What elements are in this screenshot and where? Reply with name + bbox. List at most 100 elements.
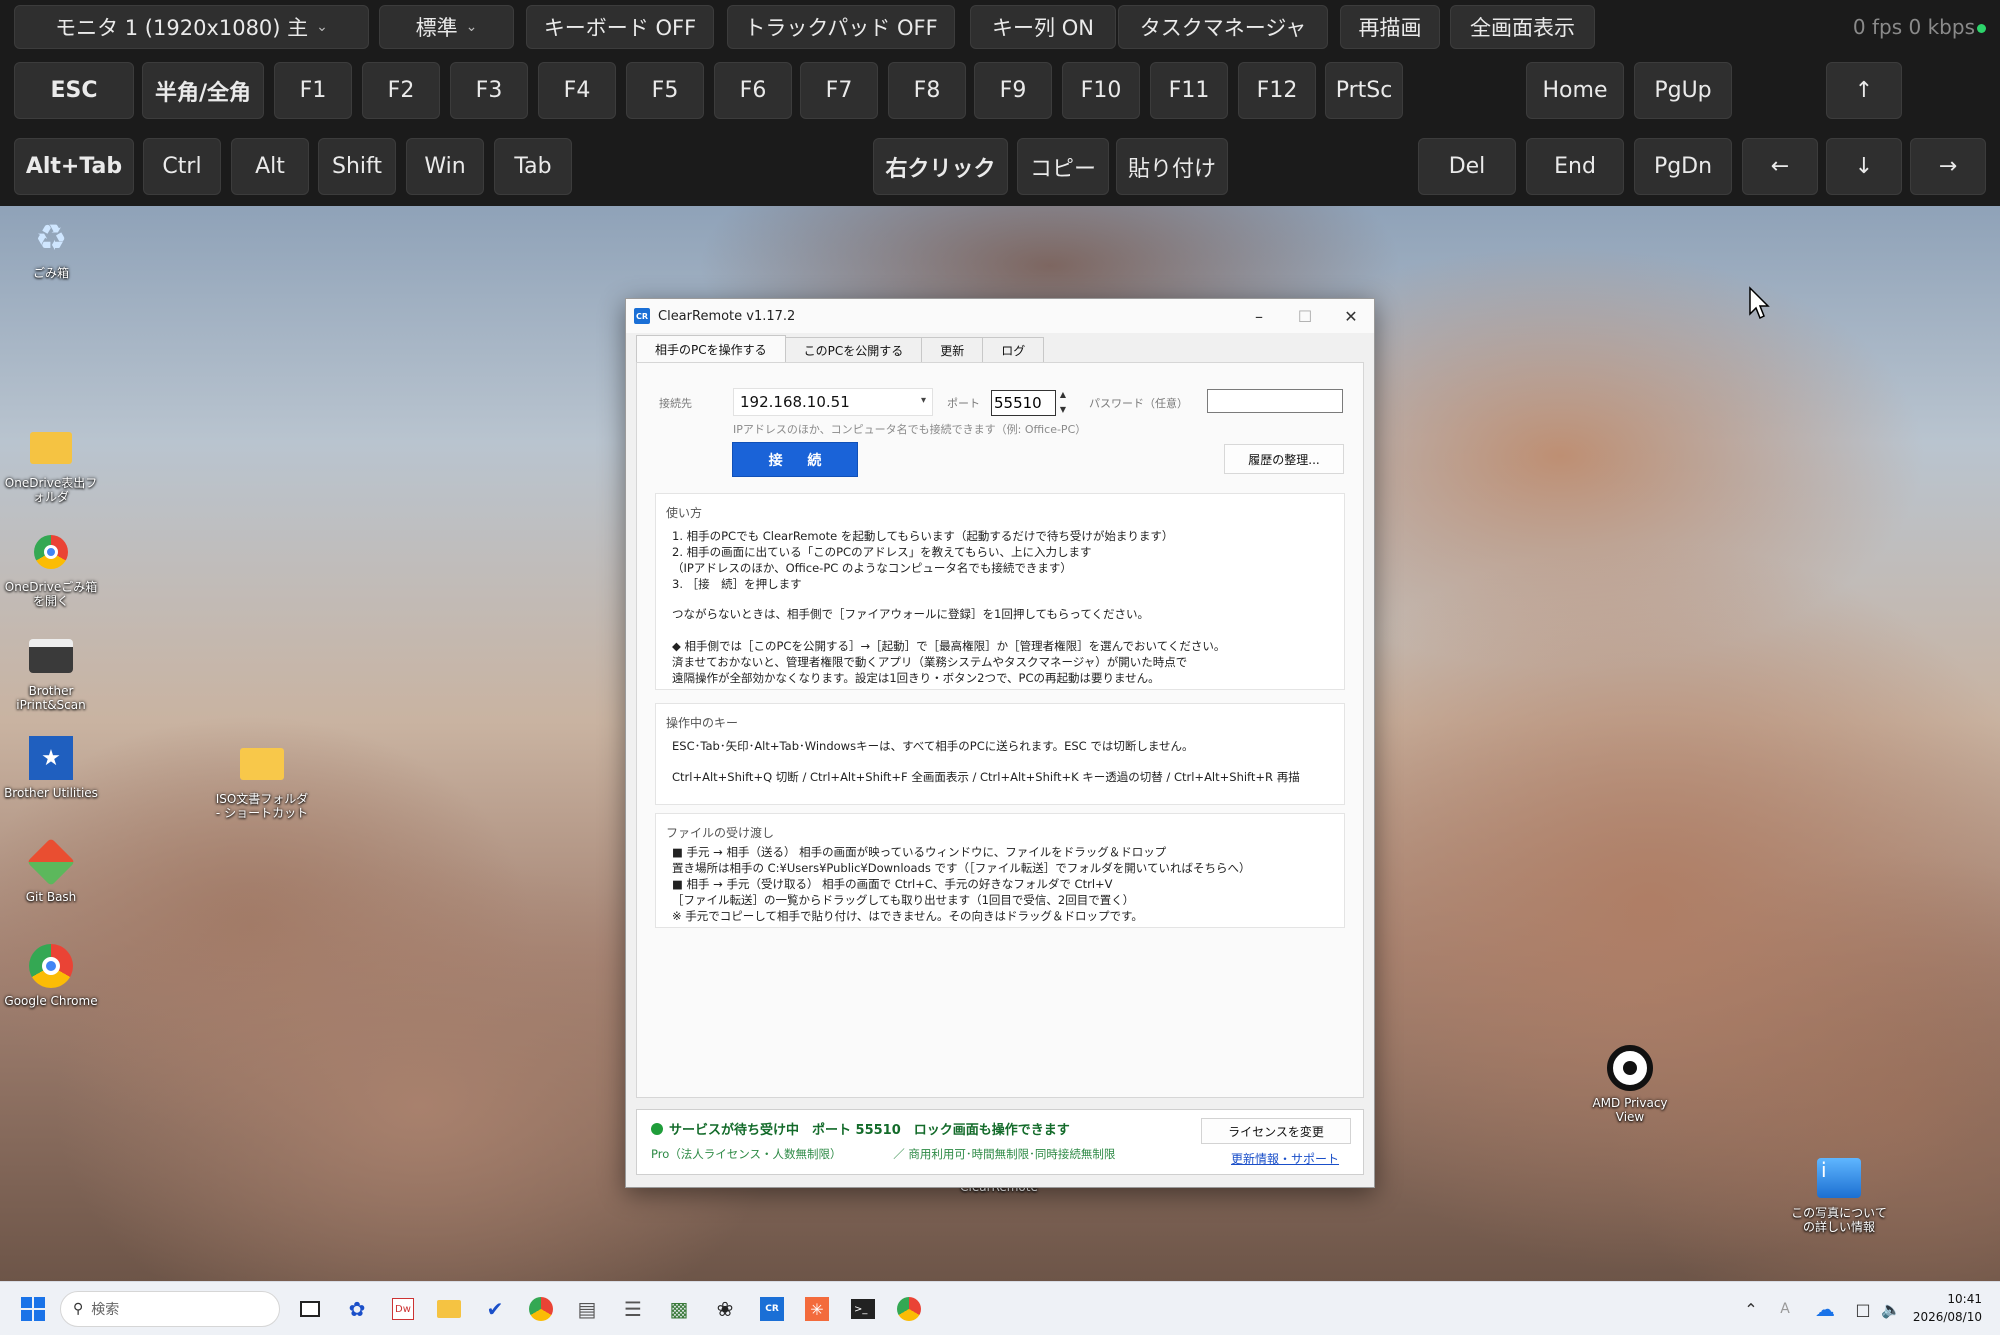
clearremote-taskbar-icon[interactable]: CR [757,1294,787,1324]
key-f11[interactable]: F11 [1150,62,1228,119]
desktop-icon-brother-utilities[interactable]: ★ Brother Utilities [3,734,99,800]
taskbar-search[interactable]: ⚲ 検索 [60,1291,280,1327]
key-del[interactable]: Del [1418,138,1516,195]
app-icon[interactable]: ☰ [618,1294,648,1324]
key-tab[interactable]: Tab [494,138,572,195]
chrome-icon[interactable] [526,1294,556,1324]
dest-hint: IPアドレスのほか、コンピュータ名でも接続できます（例: Office-PC） [733,423,1087,436]
trackpad-toggle[interactable]: トラックパッド OFF [727,5,955,49]
key-f7[interactable]: F7 [800,62,878,119]
minimize-icon[interactable]: – [1236,299,1282,333]
usage-line: 3. ［接 続］を押します [672,577,802,591]
key-f3[interactable]: F3 [450,62,528,119]
desktop-icon-brother-iprint[interactable]: Brother iPrint&Scan [3,632,99,712]
app-icon[interactable]: ▤ [572,1294,602,1324]
key-pgup[interactable]: PgUp [1634,62,1732,119]
security-icon[interactable]: ✔ [480,1294,510,1324]
maximize-icon[interactable]: ☐ [1282,299,1328,333]
window-titlebar[interactable]: CR ClearRemote v1.17.2 – ☐ ✕ [626,299,1374,333]
key-win[interactable]: Win [406,138,484,195]
app-logo-icon: CR [634,308,650,324]
change-license-button[interactable]: ライセンスを変更 [1201,1118,1351,1144]
terminal-icon[interactable]: >_ [848,1294,878,1324]
desktop-icon-recycle-bin[interactable]: ♻ ごみ箱 [3,214,99,281]
key-f5[interactable]: F5 [626,62,704,119]
dest-combobox[interactable]: 192.168.10.51 ▾ [733,388,933,416]
key-right[interactable]: → [1910,138,1986,195]
key-esc[interactable]: ESC [14,62,134,119]
paste-button[interactable]: 貼り付け [1116,138,1228,195]
key-prtsc[interactable]: PrtSc [1325,62,1403,119]
chrome-icon[interactable] [894,1294,924,1324]
app-icon[interactable]: ▩ [664,1294,694,1324]
window-title: ClearRemote v1.17.2 [658,308,796,324]
copy-button[interactable]: コピー [1017,138,1109,195]
key-f9[interactable]: F9 [974,62,1052,119]
tab-publish[interactable]: このPCを公開する [784,337,923,363]
key-f4[interactable]: F4 [538,62,616,119]
files-line: ■ 相手 → 手元（受け取る） 相手の画面で Ctrl+C、手元の好きなフォルダ… [672,877,1113,891]
port-input[interactable]: 55510 [991,390,1056,416]
port-stepper[interactable]: ▲ ▼ [1056,387,1070,417]
key-f12[interactable]: F12 [1238,62,1316,119]
desktop-icon-git-bash[interactable]: Git Bash [3,837,99,904]
key-ctrl[interactable]: Ctrl [143,138,221,195]
key-up[interactable]: ↑ [1826,62,1902,119]
chevron-down-icon[interactable]: ▾ [921,395,926,406]
desktop-icon-photo-info[interactable]: i この写真についての詳しい情報 [1791,1154,1887,1234]
app-icon[interactable]: ✿ [342,1294,372,1324]
onedrive-icon[interactable]: ☁ [1810,1294,1840,1324]
key-f2[interactable]: F2 [362,62,440,119]
desktop-icon-onedrive-export[interactable]: OneDrive表出フォルダ [3,424,99,504]
quality-select[interactable]: 標準 ⌄ [379,5,514,49]
desktop-icon-amd-privacy[interactable]: AMD Privacy View [1582,1044,1678,1124]
key-f10[interactable]: F10 [1062,62,1140,119]
keys-title: 操作中のキー [666,716,739,730]
chevron-up-icon[interactable]: ⌃ [1736,1294,1766,1324]
key-f1[interactable]: F1 [274,62,352,119]
key-pgdn[interactable]: PgDn [1634,138,1732,195]
history-button[interactable]: 履歴の整理... [1224,444,1344,474]
redraw-button[interactable]: 再描画 [1340,5,1440,49]
key-down[interactable]: ↓ [1826,138,1902,195]
key-end[interactable]: End [1526,138,1624,195]
key-left[interactable]: ← [1742,138,1818,195]
key-alt[interactable]: Alt [231,138,309,195]
task-view-icon[interactable] [295,1294,325,1324]
files-line: ［ファイル転送］の一覧からドラッグしても取り出せます（1回目で受信、2回目で置く… [672,893,1135,907]
connect-button[interactable]: 接 続 [732,442,858,477]
key-f6[interactable]: F6 [714,62,792,119]
network-icon[interactable]: □ [1848,1294,1878,1324]
app-icon[interactable]: ✳ [802,1294,832,1324]
close-icon[interactable]: ✕ [1328,299,1374,333]
task-manager-button[interactable]: タスクマネージャ [1118,5,1328,49]
chatgpt-icon[interactable]: ❀ [710,1294,740,1324]
spin-down-icon[interactable]: ▼ [1060,405,1066,414]
monitor-select[interactable]: モニタ 1 (1920x1080) 主 ⌄ [14,5,369,49]
file-explorer-icon[interactable] [434,1294,464,1324]
support-link[interactable]: 更新情報・サポート [1231,1150,1339,1167]
start-icon[interactable] [18,1294,48,1324]
desktop-icon-onedrive-open[interactable]: OneDriveごみ箱を開く [3,528,99,608]
spin-up-icon[interactable]: ▲ [1060,390,1066,399]
ime-icon[interactable]: A [1770,1294,1800,1324]
desktop-icon-google-chrome[interactable]: Google Chrome [3,942,99,1008]
key-alt-tab[interactable]: Alt+Tab [14,138,134,195]
password-input[interactable] [1207,389,1343,413]
key-home[interactable]: Home [1526,62,1624,119]
tab-control-remote[interactable]: 相手のPCを操作する [636,335,786,363]
usage-line: 遠隔操作が全部効かなくなります。設定は1回きり・ボタン2つで、PCの再起動は要り… [672,671,1160,685]
dreamweaver-icon[interactable]: Dw [388,1294,418,1324]
taskbar-clock[interactable]: 10:41 2026/08/10 [1913,1290,1982,1326]
desktop-icon-iso-shortcut[interactable]: ISO文書フォルダ - ショートカット [214,740,310,820]
key-f8[interactable]: F8 [888,62,966,119]
volume-icon[interactable]: 🔈 [1876,1294,1906,1324]
keyboard-toggle[interactable]: キーボード OFF [526,5,714,49]
tab-log[interactable]: ログ [982,337,1045,363]
key-shift[interactable]: Shift [318,138,396,195]
keyrow-toggle[interactable]: キー列 ON [970,5,1116,49]
key-hankaku[interactable]: 半角/全角 [142,62,264,119]
tab-update[interactable]: 更新 [921,337,984,363]
fullscreen-button[interactable]: 全画面表示 [1450,5,1595,49]
right-click-button[interactable]: 右クリック [873,138,1008,195]
